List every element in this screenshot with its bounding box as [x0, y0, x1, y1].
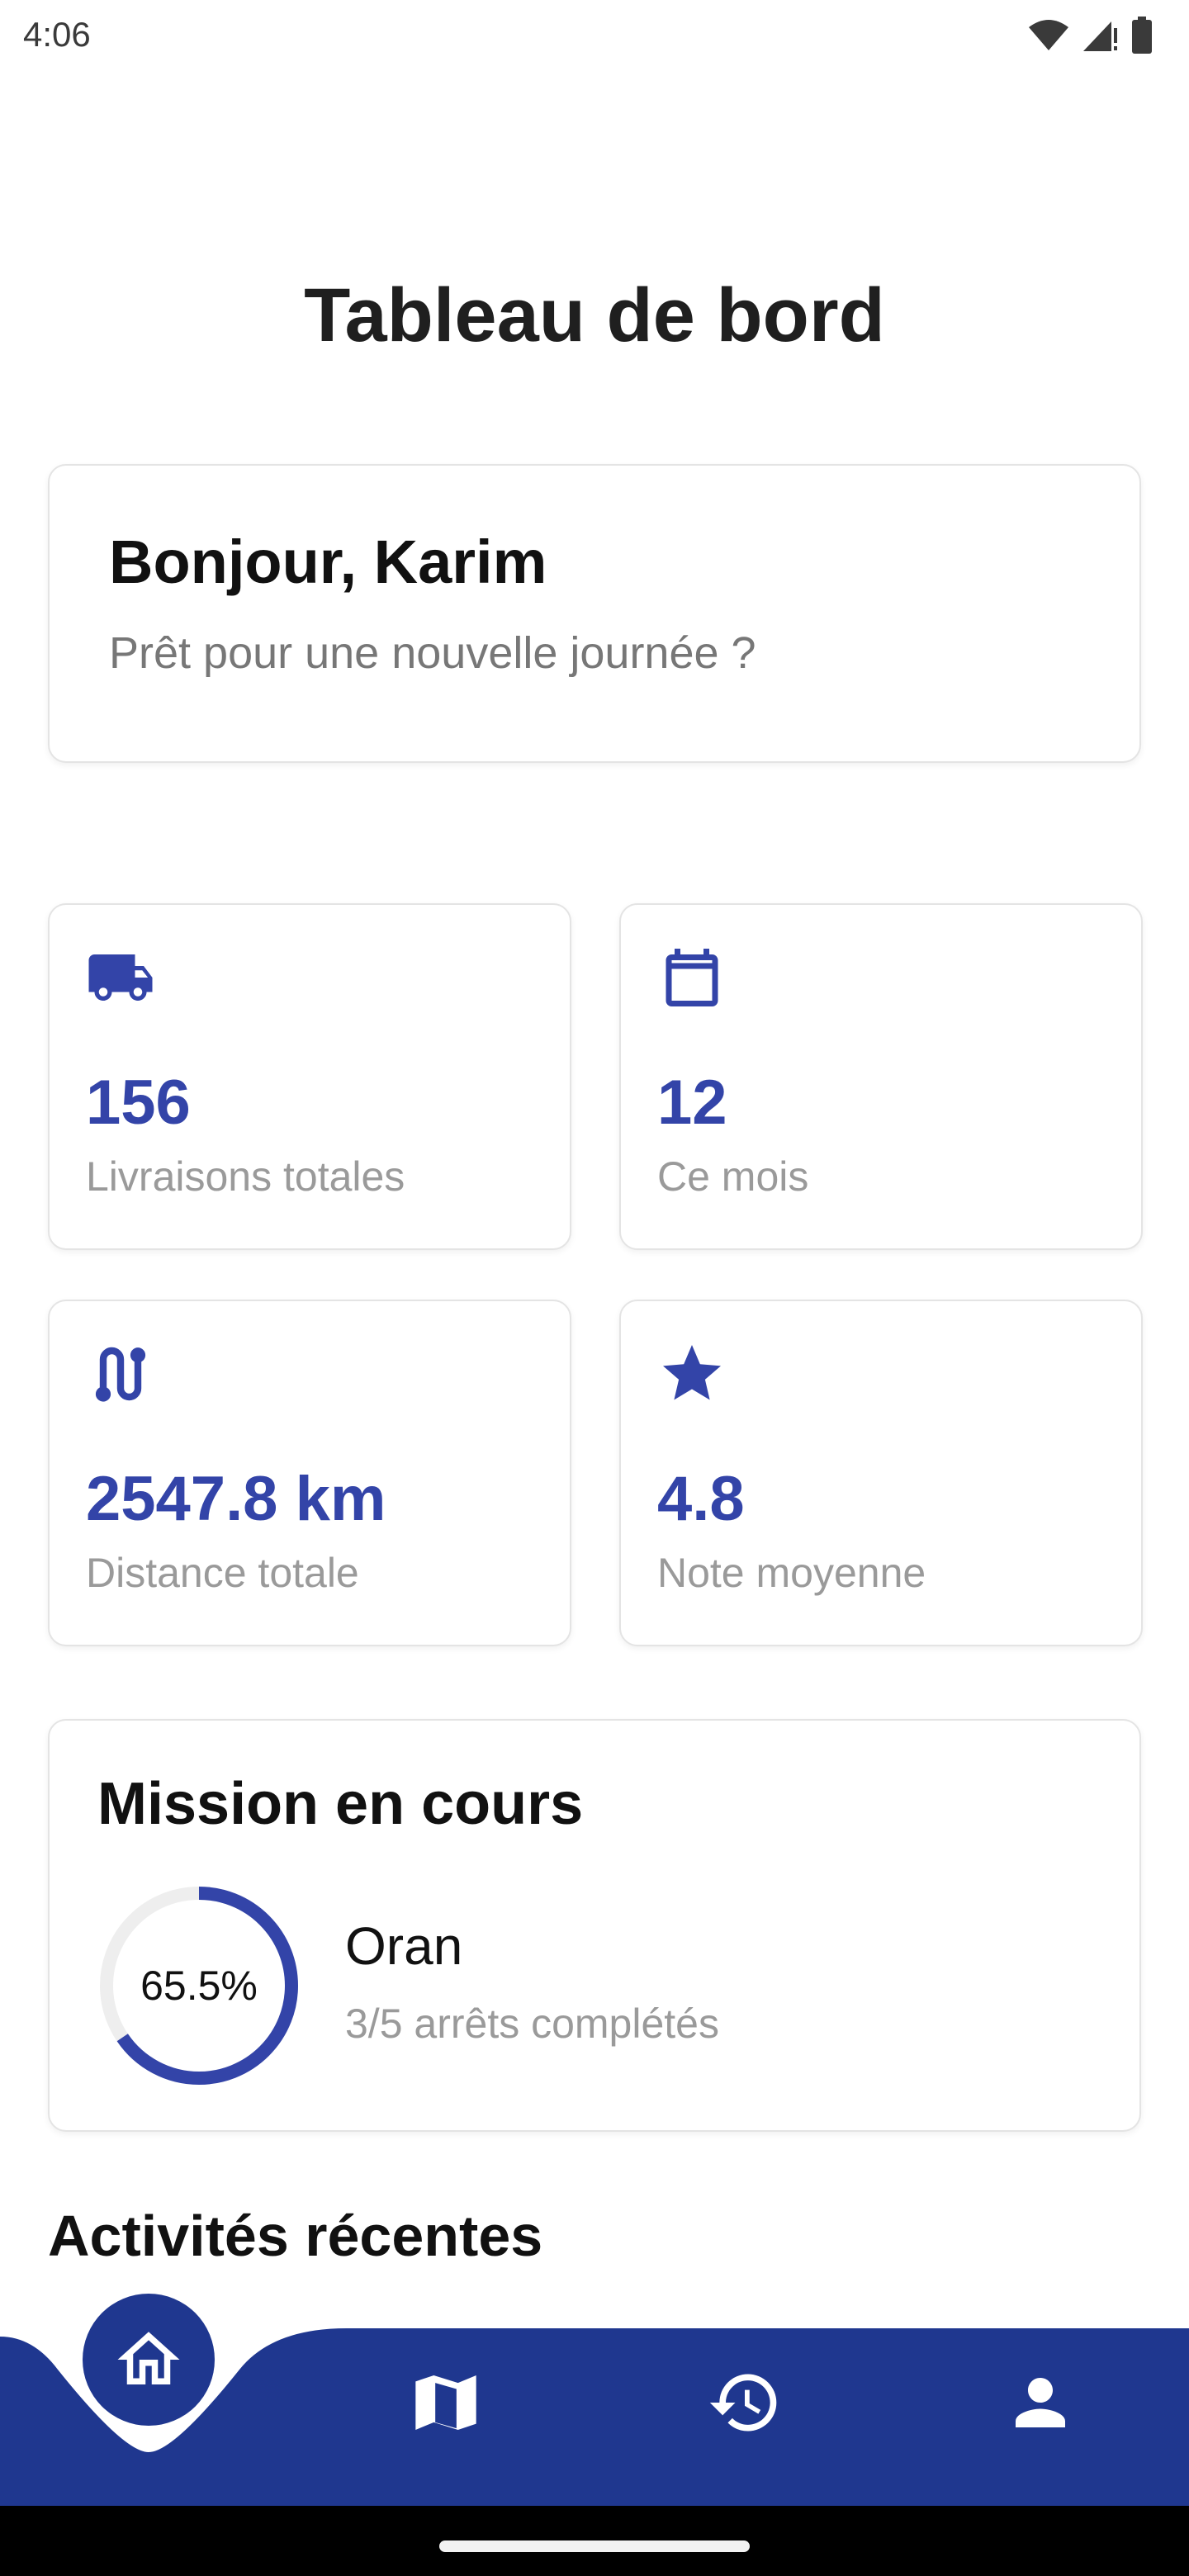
- page-title: Tableau de bord: [304, 273, 885, 358]
- gesture-handle[interactable]: [439, 2540, 750, 2552]
- stat-label: Note moyenne: [657, 1550, 926, 1596]
- mission-stops: 3/5 arrêts complétés: [345, 2001, 719, 2047]
- greeting-title: Bonjour, Karim: [109, 528, 547, 596]
- battery-icon: [1132, 17, 1152, 54]
- stat-label: Ce mois: [657, 1153, 809, 1200]
- mission-title: Mission en cours: [97, 1771, 584, 1837]
- status-bar: 4:06: [0, 0, 1189, 73]
- nav-home-button[interactable]: [83, 2294, 215, 2426]
- profile-icon: [1016, 2378, 1065, 2427]
- route-icon: [95, 1347, 146, 1402]
- stat-label: Distance totale: [86, 1550, 359, 1596]
- star-icon: [663, 1345, 721, 1400]
- mission-city: Oran: [345, 1916, 463, 1976]
- stat-label: Livraisons totales: [86, 1153, 405, 1200]
- greeting-subtitle: Prêt pour une nouvelle journée ?: [109, 628, 756, 678]
- stat-value: 156: [86, 1068, 191, 1138]
- history-icon: [709, 2374, 777, 2432]
- stat-card-deliveries[interactable]: 156 Livraisons totales: [48, 903, 571, 1250]
- wifi-icon: [1029, 20, 1068, 50]
- stat-value: 2547.8 km: [86, 1464, 386, 1534]
- recent-activities-title: Activités récentes: [48, 2204, 543, 2268]
- home-icon: [117, 2332, 180, 2384]
- greeting-card: Bonjour, Karim Prêt pour une nouvelle jo…: [48, 464, 1141, 763]
- calendar-icon: [666, 949, 718, 1006]
- nav-history-button[interactable]: [703, 2361, 786, 2444]
- nav-map-button[interactable]: [405, 2361, 487, 2444]
- truck-icon: [88, 954, 153, 1001]
- cell-signal-icon: [1083, 21, 1117, 51]
- stat-card-month[interactable]: 12 Ce mois: [619, 903, 1143, 1250]
- stat-value: 12: [657, 1068, 727, 1138]
- stat-value: 4.8: [657, 1464, 745, 1534]
- map-icon: [415, 2375, 476, 2430]
- status-icons: [1027, 15, 1153, 56]
- progress-percent: 65.5%: [140, 1963, 258, 2009]
- mission-card[interactable]: Mission en cours 65.5% Oran 3/5 arrêts c…: [48, 1719, 1141, 2132]
- stat-card-distance[interactable]: 2547.8 km Distance totale: [48, 1300, 571, 1646]
- status-time: 4:06: [23, 15, 91, 54]
- nav-profile-button[interactable]: [999, 2361, 1082, 2444]
- stat-card-rating[interactable]: 4.8 Note moyenne: [619, 1300, 1143, 1646]
